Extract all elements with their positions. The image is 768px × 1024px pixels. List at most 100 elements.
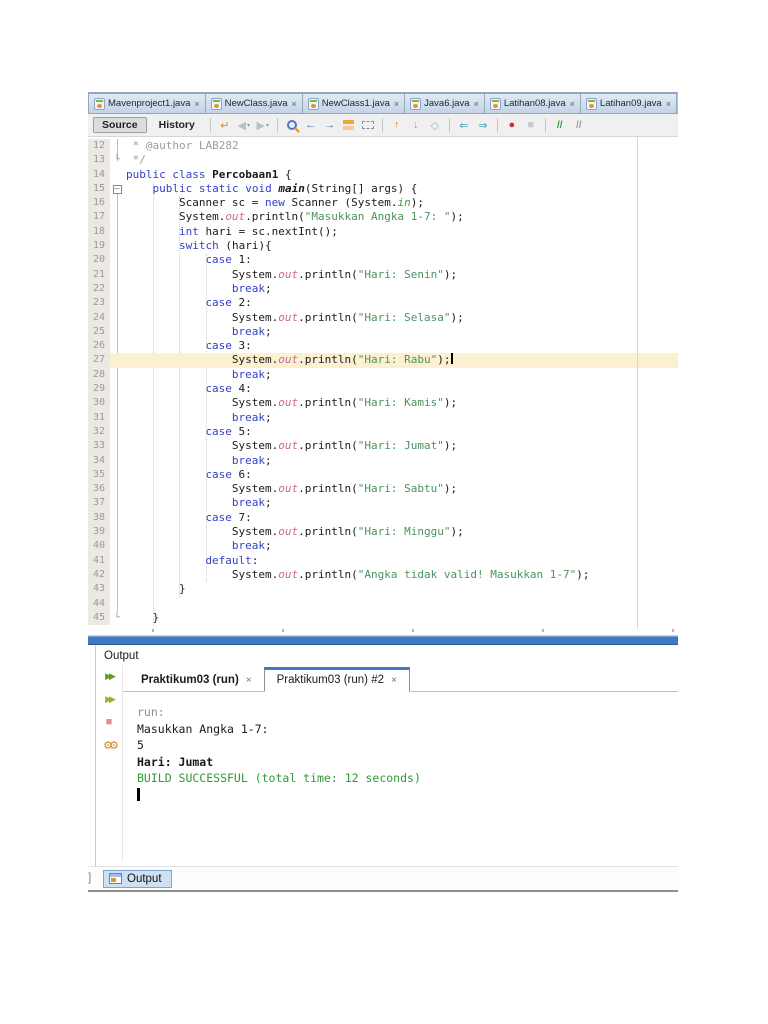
code-line[interactable]: 15–public static void main(String[] args… bbox=[88, 182, 678, 196]
rectangular-selection-icon[interactable] bbox=[360, 117, 376, 134]
code-line[interactable]: 32 case 5: bbox=[88, 425, 678, 439]
code-text[interactable]: case 2: bbox=[124, 296, 678, 310]
line-number[interactable]: 39 bbox=[88, 525, 110, 539]
code-text[interactable]: case 5: bbox=[124, 425, 678, 439]
tab-close-icon[interactable]: × bbox=[391, 675, 397, 686]
code-text[interactable]: } bbox=[124, 611, 678, 625]
rerun-with-different-parameters-icon[interactable]: ▶▶ bbox=[99, 691, 119, 707]
find-previous-icon[interactable]: ← bbox=[303, 117, 319, 134]
code-line[interactable]: 26case 3: bbox=[88, 339, 678, 353]
code-line[interactable]: 24 System.out.println("Hari: Selasa"); bbox=[88, 311, 678, 325]
code-line[interactable]: 41default: bbox=[88, 554, 678, 568]
toggle-bookmark-icon[interactable]: ◇ bbox=[427, 117, 443, 134]
line-number[interactable]: 29 bbox=[88, 382, 110, 396]
tab-close-icon[interactable]: × bbox=[570, 99, 575, 109]
fold-column[interactable] bbox=[110, 168, 124, 182]
shift-line-right-icon[interactable]: ⇒ bbox=[475, 117, 491, 134]
fold-column[interactable] bbox=[110, 210, 124, 224]
code-text[interactable]: break; bbox=[124, 325, 678, 339]
fold-column[interactable] bbox=[110, 525, 124, 539]
toggle-highlight-search-icon[interactable] bbox=[341, 117, 357, 134]
line-number[interactable]: 26 bbox=[88, 339, 110, 353]
stop-macro-recording-icon[interactable]: ■ bbox=[523, 117, 539, 134]
code-text[interactable]: int hari = sc.nextInt(); bbox=[124, 225, 678, 239]
fold-column[interactable]: └ bbox=[110, 611, 124, 625]
fold-column[interactable] bbox=[110, 353, 124, 367]
fold-column[interactable] bbox=[110, 196, 124, 210]
line-number[interactable]: 30 bbox=[88, 396, 110, 410]
editor-tab[interactable]: NewClass.java× bbox=[205, 93, 303, 113]
find-next-icon[interactable]: → bbox=[322, 117, 338, 134]
line-number[interactable]: 31 bbox=[88, 411, 110, 425]
code-text[interactable]: switch (hari){ bbox=[124, 239, 678, 253]
line-number[interactable]: 13 bbox=[88, 153, 110, 167]
line-number[interactable]: 22 bbox=[88, 282, 110, 296]
last-edit-position-icon[interactable]: ↵ bbox=[217, 117, 233, 134]
fold-column[interactable] bbox=[110, 368, 124, 382]
code-text[interactable]: } bbox=[124, 582, 678, 596]
line-number[interactable]: 25 bbox=[88, 325, 110, 339]
code-line[interactable]: 27System.out.println("Hari: Rabu"); bbox=[88, 353, 678, 367]
code-line[interactable]: 40break; bbox=[88, 539, 678, 553]
code-text[interactable]: System.out.println("Hari: Minggu"); bbox=[124, 525, 678, 539]
fold-column[interactable] bbox=[110, 439, 124, 453]
code-line[interactable]: 12* @author LAB282 bbox=[88, 139, 678, 153]
code-text[interactable]: Scanner sc = new Scanner (System.in); bbox=[124, 196, 678, 210]
line-number[interactable]: 24 bbox=[88, 311, 110, 325]
fold-column[interactable] bbox=[110, 468, 124, 482]
editor-tab[interactable]: NewClass1.java× bbox=[302, 93, 405, 113]
line-number[interactable]: 19 bbox=[88, 239, 110, 253]
line-number[interactable]: 21 bbox=[88, 268, 110, 282]
fold-column[interactable] bbox=[110, 382, 124, 396]
fold-column[interactable] bbox=[110, 482, 124, 496]
code-line[interactable]: 13└*/ bbox=[88, 153, 678, 167]
fold-column[interactable] bbox=[110, 139, 124, 153]
back-icon[interactable]: ◀▾ bbox=[236, 117, 252, 134]
output-tab[interactable]: Praktikum03 (run) #2× bbox=[264, 667, 410, 692]
code-text[interactable]: * @author LAB282 bbox=[124, 139, 678, 153]
tab-close-icon[interactable]: × bbox=[291, 99, 296, 109]
fold-column[interactable] bbox=[110, 454, 124, 468]
uncomment-icon[interactable]: // bbox=[571, 117, 587, 134]
line-number[interactable]: 37 bbox=[88, 496, 110, 510]
code-line[interactable]: 23 case 2: bbox=[88, 296, 678, 310]
code-text[interactable]: System.out.println("Hari: Selasa"); bbox=[124, 311, 678, 325]
code-line[interactable]: 37break; bbox=[88, 496, 678, 510]
code-text[interactable]: break; bbox=[124, 282, 678, 296]
fold-column[interactable] bbox=[110, 396, 124, 410]
line-number[interactable]: 43 bbox=[88, 582, 110, 596]
line-number[interactable]: 17 bbox=[88, 210, 110, 224]
line-number[interactable]: 23 bbox=[88, 296, 110, 310]
code-line[interactable]: 25 break; bbox=[88, 325, 678, 339]
tab-close-icon[interactable]: × bbox=[246, 675, 252, 686]
code-line[interactable]: 16Scanner sc = new Scanner (System.in); bbox=[88, 196, 678, 210]
code-editor[interactable]: 12* @author LAB28213└*/14public class Pe… bbox=[88, 137, 678, 629]
code-line[interactable]: 31break; bbox=[88, 411, 678, 425]
code-line[interactable]: 17System.out.println("Masukkan Angka 1-7… bbox=[88, 210, 678, 224]
ant-settings-icon[interactable]: ⚙⚙ bbox=[99, 737, 119, 753]
code-line[interactable]: 34break; bbox=[88, 454, 678, 468]
line-number[interactable]: 41 bbox=[88, 554, 110, 568]
comment-icon[interactable]: // bbox=[552, 117, 568, 134]
fold-column[interactable] bbox=[110, 339, 124, 353]
code-line[interactable]: 28break; bbox=[88, 368, 678, 382]
history-button[interactable]: History bbox=[150, 117, 204, 133]
line-number[interactable]: 15 bbox=[88, 182, 110, 196]
line-number[interactable]: 32 bbox=[88, 425, 110, 439]
line-number[interactable]: 14 bbox=[88, 168, 110, 182]
fold-collapse-icon[interactable]: – bbox=[113, 185, 122, 194]
editor-tab[interactable]: Latihan09.java× bbox=[580, 93, 677, 113]
fold-column[interactable] bbox=[110, 539, 124, 553]
dropdown-arrow-icon[interactable]: ▾ bbox=[266, 122, 269, 129]
previous-bookmark-icon[interactable]: ↑ bbox=[389, 117, 405, 134]
line-number[interactable]: 18 bbox=[88, 225, 110, 239]
line-number[interactable]: 38 bbox=[88, 511, 110, 525]
code-text[interactable]: System.out.println("Hari: Sabtu"); bbox=[124, 482, 678, 496]
next-bookmark-icon[interactable]: ↓ bbox=[408, 117, 424, 134]
editor-tab[interactable]: Java6.java× bbox=[404, 93, 485, 113]
rerun-icon[interactable]: ▶▶ bbox=[99, 668, 119, 684]
line-number[interactable]: 34 bbox=[88, 454, 110, 468]
code-text[interactable]: break; bbox=[124, 368, 678, 382]
code-text[interactable]: System.out.println("Hari: Rabu"); bbox=[124, 353, 678, 367]
line-number[interactable]: 20 bbox=[88, 253, 110, 267]
